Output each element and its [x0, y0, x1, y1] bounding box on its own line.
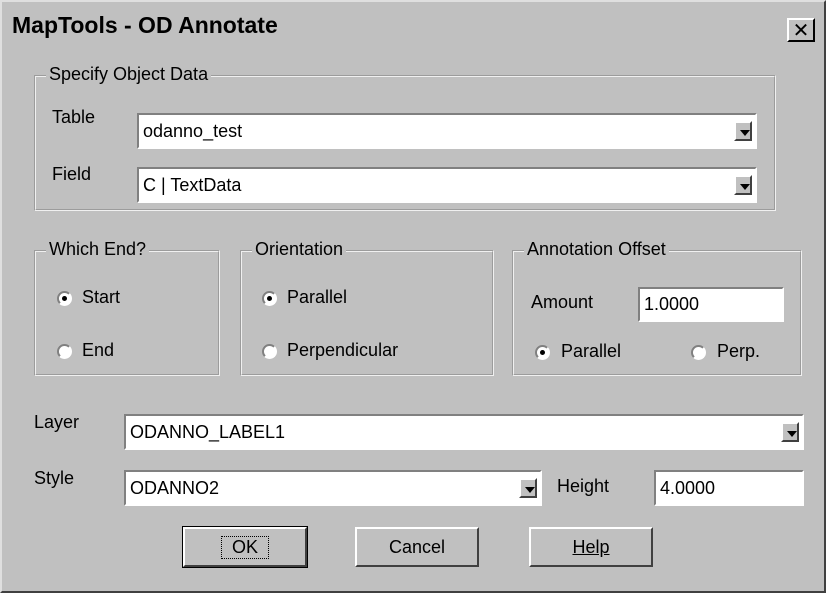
window-title: MapTools - OD Annotate [12, 12, 278, 38]
object-data-legend: Specify Object Data [46, 64, 212, 85]
offset-parallel-radio[interactable] [535, 345, 550, 360]
amount-label: Amount [531, 292, 594, 312]
layer-select[interactable]: ODANNO_LABEL1 [124, 414, 804, 450]
od-annotate-dialog: MapTools - OD Annotate ✕ Specify Object … [0, 0, 826, 593]
height-label: Height [557, 476, 610, 496]
amount-value: 1.0000 [644, 294, 700, 314]
help-button-label: Help [572, 536, 610, 557]
table-dropdown-arrow-icon[interactable] [734, 121, 752, 141]
annotation-offset-legend: Annotation Offset [524, 239, 669, 260]
amount-input[interactable]: 1.0000 [638, 287, 784, 322]
which-end-start-radio[interactable] [57, 291, 72, 306]
ok-button-label: OK [220, 535, 269, 559]
field-value: C | TextData [143, 174, 242, 195]
orientation-legend: Orientation [252, 239, 347, 260]
table-label: Table [52, 107, 96, 127]
height-value: 4.0000 [660, 477, 716, 498]
ok-button[interactable]: OK [182, 526, 308, 568]
style-label: Style [34, 468, 75, 488]
layer-value: ODANNO_LABEL1 [130, 421, 286, 442]
cancel-button[interactable]: Cancel [355, 527, 479, 567]
offset-perp-radio[interactable] [691, 345, 706, 360]
style-select[interactable]: ODANNO2 [124, 470, 542, 506]
which-end-legend: Which End? [46, 239, 150, 260]
cancel-button-label: Cancel [388, 536, 446, 557]
which-end-end-radio[interactable] [57, 344, 72, 359]
field-select[interactable]: C | TextData [137, 167, 757, 203]
offset-perp-label[interactable]: Perp. [717, 341, 760, 362]
table-select[interactable]: odanno_test [137, 113, 757, 149]
close-icon: ✕ [792, 18, 810, 42]
layer-dropdown-arrow-icon[interactable] [781, 422, 799, 442]
style-dropdown-arrow-icon[interactable] [519, 478, 537, 498]
orientation-perpendicular-radio[interactable] [262, 344, 277, 359]
table-value: odanno_test [143, 120, 243, 141]
height-input[interactable]: 4.0000 [654, 470, 804, 506]
offset-parallel-label[interactable]: Parallel [561, 341, 621, 362]
dialog-body: Specify Object Data Table odanno_test Fi… [4, 46, 822, 591]
which-end-start-label[interactable]: Start [82, 287, 120, 308]
orientation-parallel-radio[interactable] [262, 291, 277, 306]
title-bar[interactable]: MapTools - OD Annotate [6, 6, 820, 44]
help-button[interactable]: Help [529, 527, 653, 567]
style-value: ODANNO2 [130, 477, 220, 498]
field-dropdown-arrow-icon[interactable] [734, 175, 752, 195]
field-label: Field [52, 164, 92, 184]
orientation-parallel-label[interactable]: Parallel [287, 287, 347, 308]
orientation-perpendicular-label[interactable]: Perpendicular [287, 340, 398, 361]
which-end-end-label[interactable]: End [82, 340, 114, 361]
close-button[interactable]: ✕ [787, 18, 815, 42]
layer-label: Layer [34, 412, 80, 432]
